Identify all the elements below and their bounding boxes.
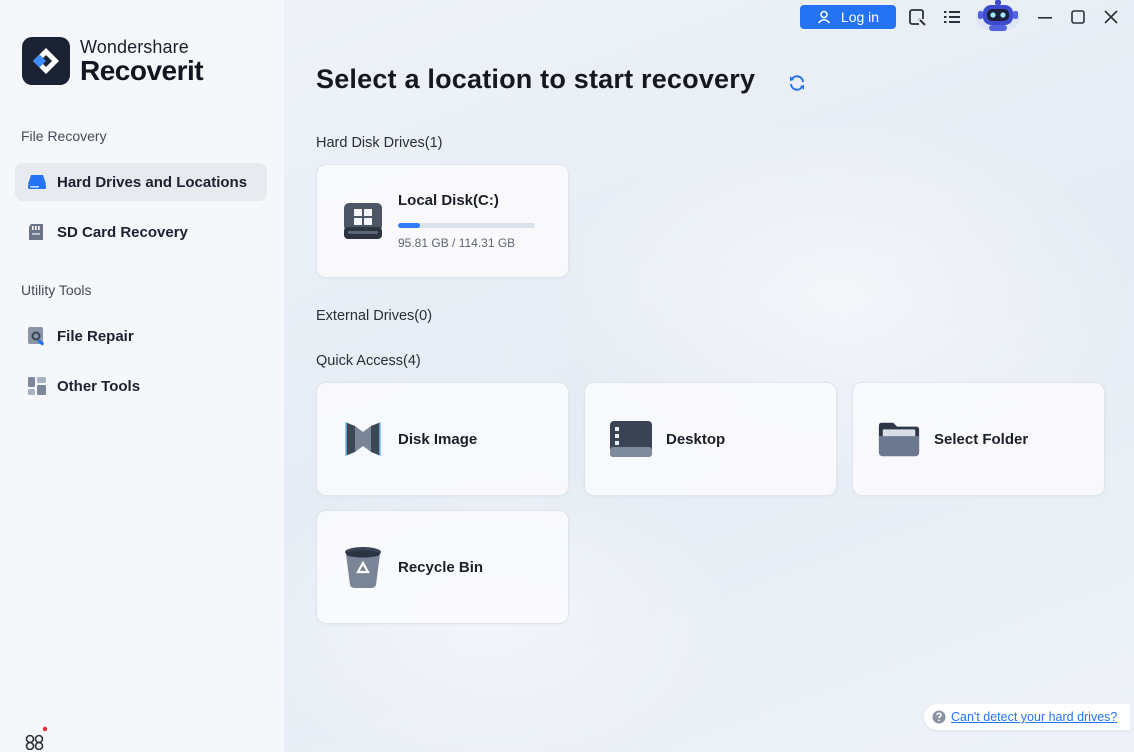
quick-access-label-text: Desktop	[666, 430, 726, 448]
user-icon	[817, 10, 830, 24]
minimize-icon[interactable]	[1035, 7, 1055, 27]
quick-access-label-text: Disk Image	[398, 430, 478, 448]
hard-drive-icon	[27, 172, 47, 192]
quick-access-label: Quick Access(4)	[316, 353, 421, 369]
desktop-icon	[609, 417, 653, 461]
disk-size-text: 95.81 GB / 114.31 GB	[398, 236, 516, 250]
login-button[interactable]: Log in	[800, 5, 896, 29]
sidebar-item-label: Hard Drives and Locations	[57, 173, 248, 191]
disk-name: Local Disk(C:)	[398, 192, 499, 209]
maximize-icon[interactable]	[1068, 7, 1088, 27]
file-repair-icon	[27, 326, 47, 346]
cant-detect-drives-link[interactable]: Can't detect your hard drives?	[951, 710, 1117, 724]
quick-access-recycle-bin[interactable]: Recycle Bin	[316, 510, 569, 624]
sidebar-item-hard-drives[interactable]: Hard Drives and Locations	[15, 163, 267, 201]
disk-usage-fill	[398, 223, 420, 228]
ai-assistant-robot-icon[interactable]	[974, 0, 1022, 32]
sd-card-icon	[27, 222, 47, 242]
sidebar-item-label: File Repair	[57, 327, 134, 345]
quick-access-disk-image[interactable]: Disk Image	[316, 382, 569, 496]
section-label-file-recovery: File Recovery	[21, 128, 107, 144]
folder-icon	[877, 417, 921, 461]
apps-grid-icon[interactable]	[24, 726, 48, 751]
other-tools-icon	[27, 376, 47, 396]
help-hard-drive-detection: Can't detect your hard drives?	[924, 704, 1130, 730]
sidebar-item-label: Other Tools	[57, 377, 141, 395]
login-button-label: Log in	[840, 9, 880, 25]
section-label-utility-tools: Utility Tools	[21, 282, 92, 298]
disk-card-local-c[interactable]: Local Disk(C:) 95.81 GB / 114.31 GB	[316, 164, 569, 278]
brand-name-bottom: Recoverit	[80, 54, 204, 86]
windows-drive-icon	[341, 199, 385, 243]
quick-access-desktop[interactable]: Desktop	[584, 382, 837, 496]
app-logo: Wondershare Recoverit	[22, 36, 204, 86]
quick-access-label-text: Recycle Bin	[398, 558, 484, 576]
sidebar-item-other-tools[interactable]: Other Tools	[15, 367, 267, 405]
external-drives-label: External Drives(0)	[316, 308, 433, 324]
menu-list-icon[interactable]	[942, 7, 962, 27]
quick-access-select-folder[interactable]: Select Folder	[852, 382, 1105, 496]
disk-image-icon	[341, 417, 385, 461]
recoverit-logo-icon	[22, 37, 70, 85]
sidebar-item-label: SD Card Recovery	[57, 223, 188, 241]
question-icon	[932, 710, 946, 724]
sidebar-item-sd-card[interactable]: SD Card Recovery	[15, 213, 267, 251]
quick-access-label-text: Select Folder	[934, 430, 1029, 448]
page-title: Select a location to start recovery	[316, 64, 756, 94]
recycle-bin-icon	[341, 545, 385, 589]
sidebar: Wondershare Recoverit File Recovery Hard…	[0, 0, 284, 752]
main-content: Select a location to start recovery Hard…	[284, 0, 1134, 752]
hard-disk-drives-label: Hard Disk Drives(1)	[316, 135, 443, 151]
close-icon[interactable]	[1101, 7, 1121, 27]
refresh-icon[interactable]	[788, 74, 806, 92]
brand-name-top: Wondershare	[80, 36, 189, 57]
disk-usage-bar	[398, 223, 535, 228]
sidebar-item-file-repair[interactable]: File Repair	[15, 317, 267, 355]
feedback-icon[interactable]	[907, 7, 927, 27]
